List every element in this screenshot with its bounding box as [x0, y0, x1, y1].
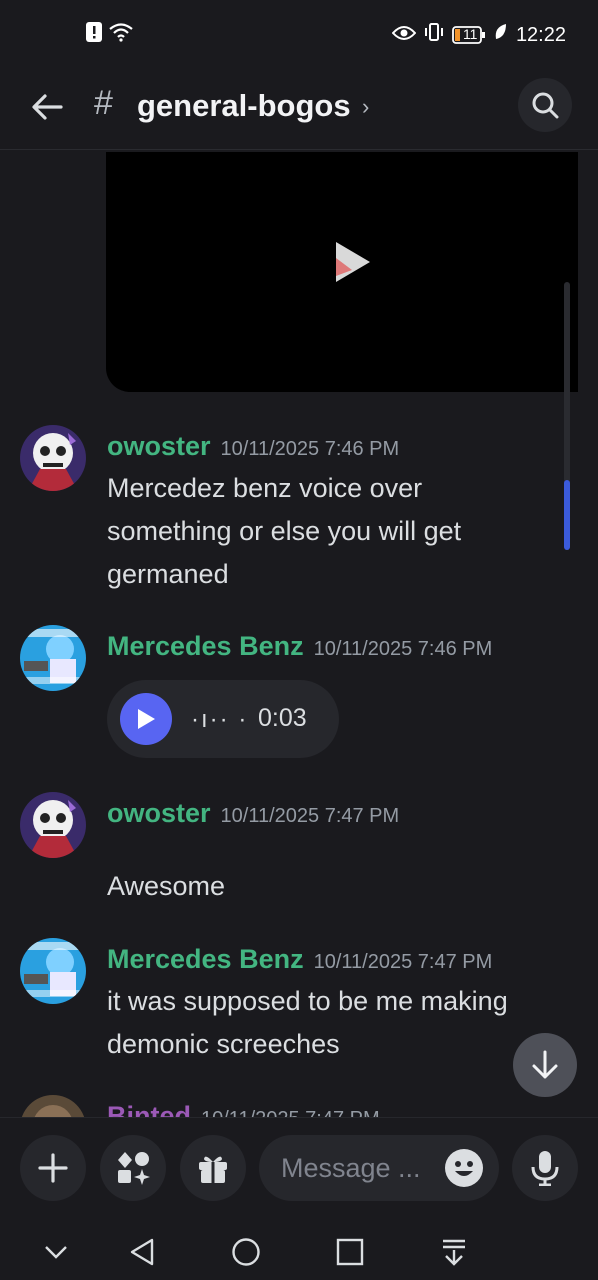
apps-button[interactable]: [100, 1135, 166, 1201]
video-embed[interactable]: [106, 152, 578, 392]
avatar[interactable]: [20, 938, 86, 1004]
leaf-icon: [494, 23, 508, 47]
arrow-down-icon: [532, 1050, 558, 1079]
gift-button[interactable]: [180, 1135, 246, 1201]
message-author[interactable]: owoster 10/11/2025 7:46 PM: [107, 431, 399, 462]
channel-name[interactable]: general-bogos: [137, 88, 351, 124]
avatar[interactable]: [20, 792, 86, 858]
microphone-icon: [531, 1151, 559, 1186]
avatar[interactable]: [20, 425, 86, 491]
message-timestamp: 10/11/2025 7:47 PM: [201, 1108, 380, 1117]
video-play-icon[interactable]: [332, 240, 372, 284]
message-input[interactable]: [281, 1149, 431, 1187]
message-author[interactable]: Binted10/11/2025 7:47 PM: [107, 1101, 380, 1117]
message-timestamp: 10/11/2025 7:47 PM: [220, 805, 400, 827]
message-timestamp: 10/11/2025 7:46 PM: [313, 638, 493, 660]
voice-message[interactable]: ·ı·· · 0:03: [107, 680, 339, 758]
message-input-container: [259, 1135, 499, 1201]
voice-duration: 0:03: [258, 704, 307, 732]
recents-square-icon[interactable]: [328, 1230, 372, 1274]
message-author[interactable]: owoster 10/11/2025 7:47 PM: [107, 798, 399, 829]
battery-icon: 11: [452, 25, 486, 45]
voice-waveform: ·ı·· ·: [191, 706, 249, 733]
search-button[interactable]: [518, 78, 572, 132]
emoji-icon[interactable]: [445, 1149, 483, 1187]
chevron-down-icon[interactable]: [34, 1230, 78, 1274]
attach-button[interactable]: [20, 1135, 86, 1201]
search-icon: [532, 92, 559, 119]
message-timestamp: 10/11/2025 7:46 PM: [220, 438, 400, 460]
channel-header: # general-bogos ›: [0, 70, 598, 150]
wifi-icon: [108, 22, 134, 47]
notification-pull-icon[interactable]: [432, 1230, 476, 1274]
message-text: it was supposed to be me making demonic …: [107, 986, 508, 1059]
voice-play-button[interactable]: [120, 693, 172, 745]
eye-icon: [391, 24, 417, 47]
arrow-left-icon: [32, 94, 63, 120]
jump-to-bottom-button[interactable]: [513, 1033, 577, 1097]
alert-icon: [86, 22, 102, 47]
message: Binted10/11/2025 7:47 PM: [0, 1095, 598, 1117]
message-composer: [0, 1117, 598, 1222]
message-author[interactable]: Mercedes Benz 10/11/2025 7:47 PM: [107, 944, 492, 975]
back-button[interactable]: [24, 84, 70, 130]
vibrate-icon: [424, 22, 444, 48]
message-text: Mercedez benz voice over something or el…: [107, 473, 462, 589]
home-circle-icon[interactable]: [224, 1230, 268, 1274]
gift-icon: [199, 1156, 227, 1183]
back-triangle-icon[interactable]: [120, 1230, 164, 1274]
message-author[interactable]: Mercedes Benz 10/11/2025 7:46 PM: [107, 631, 492, 662]
status-bar: 11 12:22: [0, 0, 598, 70]
clock: 12:22: [515, 23, 566, 46]
voice-record-button[interactable]: [512, 1135, 578, 1201]
chevron-right-icon[interactable]: ›: [362, 94, 369, 120]
channel-hash-icon: #: [94, 84, 113, 122]
message-timestamp: 10/11/2025 7:47 PM: [313, 951, 493, 973]
apps-icon: [118, 1152, 150, 1185]
play-icon: [138, 709, 155, 729]
avatar[interactable]: [20, 1095, 86, 1117]
battery-level: 11: [462, 26, 478, 42]
message-text: Awesome: [107, 871, 226, 901]
system-nav-bar: [0, 1222, 598, 1280]
plus-icon: [38, 1153, 68, 1183]
avatar[interactable]: [20, 625, 86, 691]
